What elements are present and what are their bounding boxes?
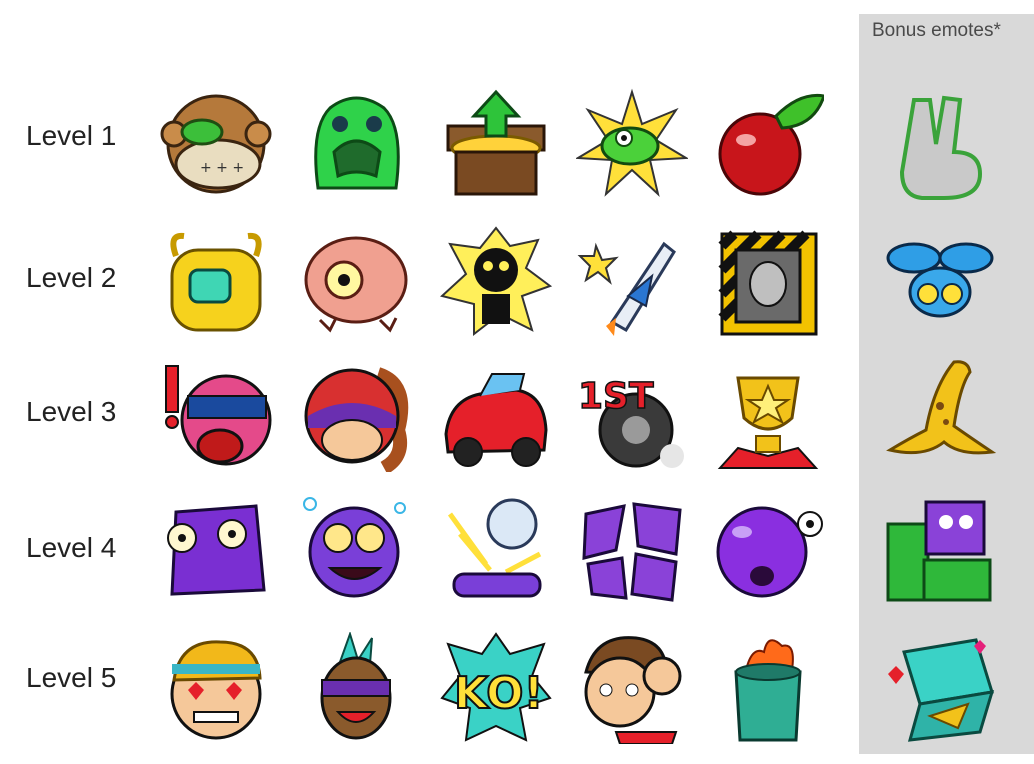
svg-text:+ + +: + + + (200, 160, 244, 176)
level-4-label: Level 4 (26, 532, 117, 563)
monkey-face-icon[interactable]: + + + (160, 88, 272, 200)
purple-blob-icon[interactable] (712, 494, 824, 606)
red-car-icon[interactable] (440, 360, 552, 472)
dizzy-purple-monster-icon[interactable] (300, 494, 412, 606)
level-3-label: Level 3 (26, 396, 117, 427)
green-blocks-icon[interactable] (884, 494, 996, 606)
fist-boy-icon[interactable] (576, 632, 688, 744)
svg-text:KO!: KO! (454, 668, 544, 719)
brain-monster-icon[interactable] (300, 226, 412, 338)
rocket-ship-icon[interactable] (576, 226, 688, 338)
helmet-girl-icon[interactable] (300, 360, 412, 472)
pizza-box-icon[interactable] (884, 632, 996, 744)
alien-warning-sign-icon[interactable] (712, 226, 824, 338)
cherry-icon[interactable] (712, 88, 824, 200)
heart-eyes-girl-icon[interactable] (160, 632, 272, 744)
level-5-label: Level 5 (26, 662, 117, 693)
green-slime-icon[interactable] (300, 88, 412, 200)
punk-sunglasses-icon[interactable] (300, 632, 412, 744)
level-2-label: Level 2 (26, 262, 117, 293)
purple-cube-face-icon[interactable] (160, 494, 272, 606)
banana-peel-icon[interactable] (884, 356, 996, 468)
burning-trash-can-icon[interactable] (712, 632, 824, 744)
gold-trophy-icon[interactable] (712, 360, 824, 472)
ko-burst-icon[interactable]: KO! (440, 632, 552, 744)
screaming-helmet-icon[interactable] (160, 360, 272, 472)
yellow-alien-blob-icon[interactable] (160, 226, 272, 338)
electrocuted-skeleton-icon[interactable] (440, 226, 552, 338)
peace-hand-icon[interactable] (884, 92, 996, 204)
crystal-ball-pedestal-icon[interactable] (440, 494, 552, 606)
broken-crystal-icon[interactable] (576, 494, 688, 606)
blue-fly-robot-icon[interactable] (884, 228, 996, 340)
level-1-label: Level 1 (26, 120, 117, 151)
frog-explosion-icon[interactable] (576, 88, 688, 200)
first-place-tire-icon[interactable]: 1ST (576, 360, 688, 472)
bonus-emotes-title: Bonus emotes* (872, 20, 1001, 41)
svg-text:1ST: 1ST (578, 376, 654, 417)
treasure-chest-icon[interactable] (440, 88, 552, 200)
